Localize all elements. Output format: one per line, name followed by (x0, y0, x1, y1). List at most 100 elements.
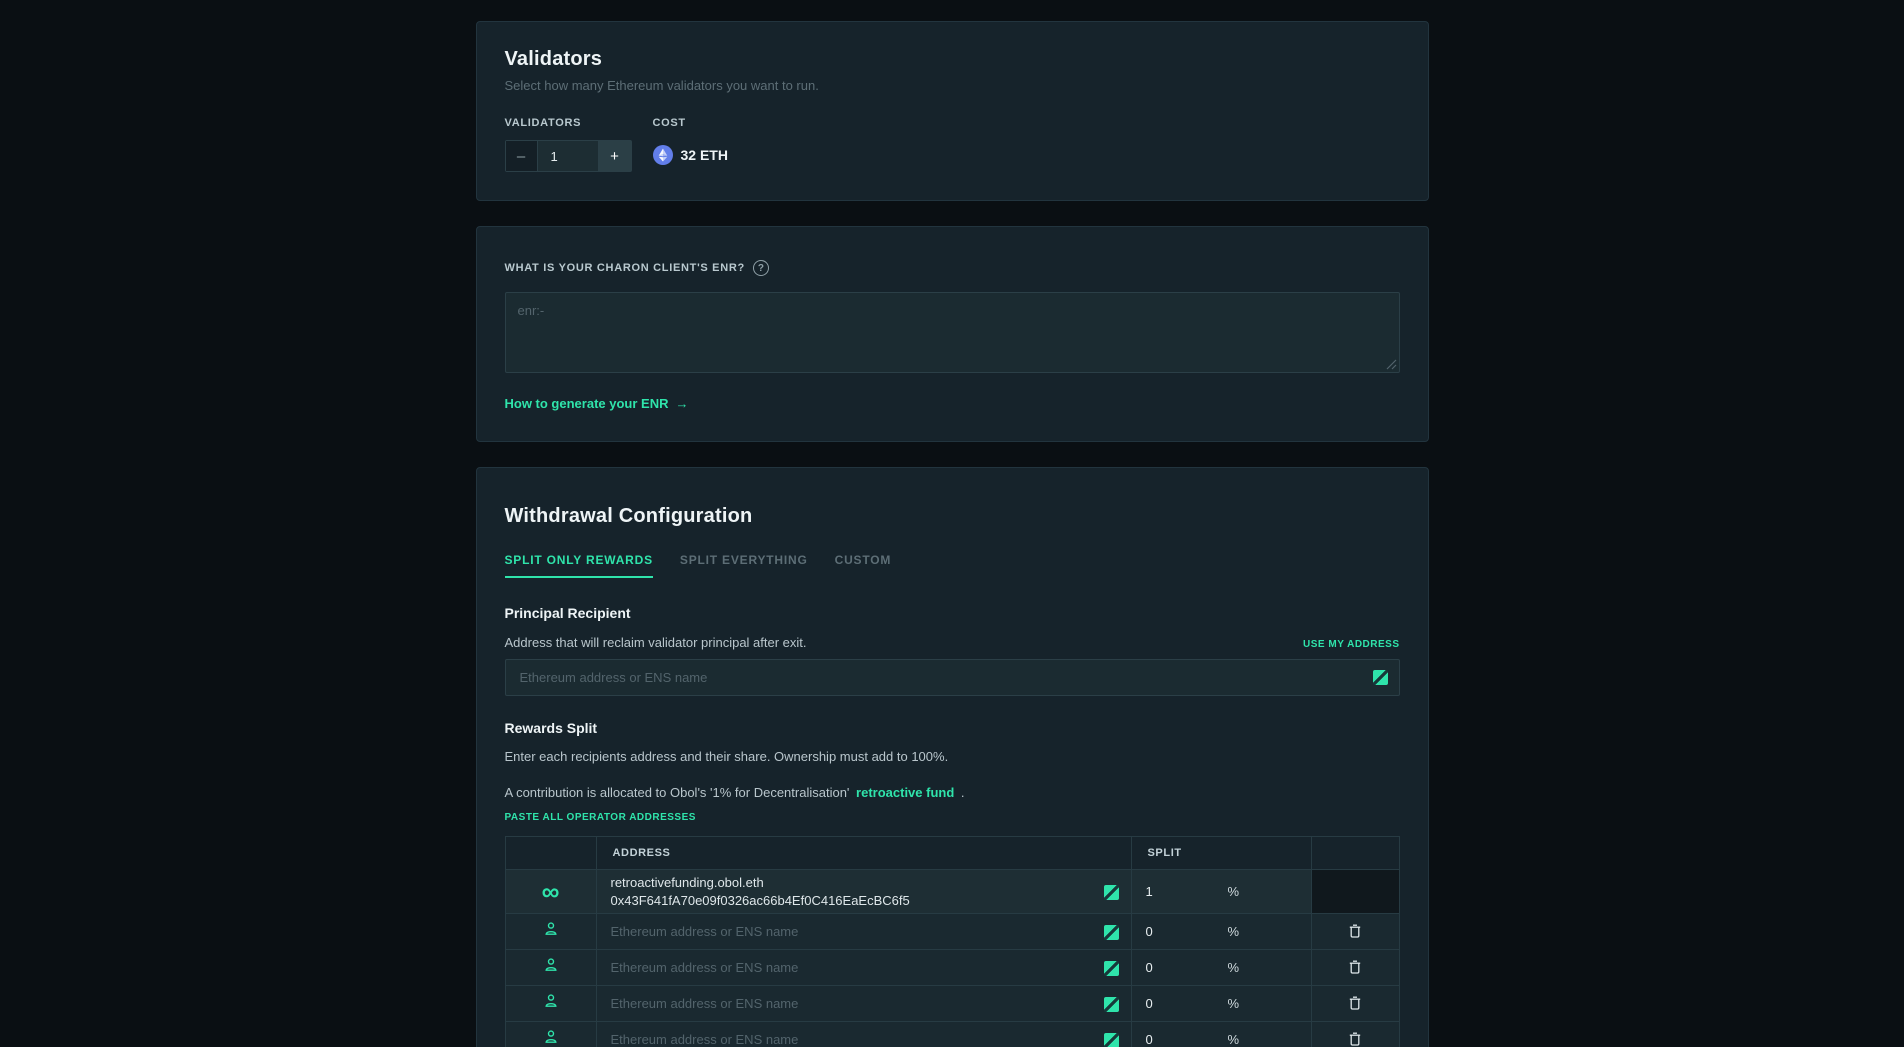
validators-count-label: VALIDATORS (505, 117, 632, 129)
withdrawal-configuration-title: Withdrawal Configuration (505, 505, 1400, 528)
delete-recipient-button[interactable] (1344, 991, 1366, 1015)
cost-value: 32 ETH (681, 147, 728, 163)
address-identicon (1104, 925, 1119, 940)
principal-recipient-input[interactable] (505, 659, 1400, 696)
percent-label: % (1228, 884, 1240, 899)
principal-recipient-title: Principal Recipient (505, 605, 1400, 621)
enr-textarea[interactable] (505, 292, 1400, 373)
recipient-split-input[interactable] (1146, 924, 1228, 939)
recipient-address-cell (596, 914, 1131, 950)
validators-count-input[interactable] (538, 141, 599, 171)
person-icon (543, 921, 559, 937)
address-identicon (1104, 997, 1119, 1012)
rewards-split-title: Rewards Split (505, 720, 1400, 736)
recipient-address-cell (596, 1022, 1131, 1047)
trash-icon (1348, 959, 1362, 975)
trash-icon (1348, 1031, 1362, 1047)
retroactive-fund-link[interactable]: retroactive fund (856, 785, 954, 800)
address-identicon (1104, 1033, 1119, 1047)
use-my-address-button[interactable]: USE MY ADDRESS (1303, 639, 1399, 650)
trash-icon (1348, 923, 1362, 939)
paste-all-operator-addresses-button[interactable]: PASTE ALL OPERATOR ADDRESSES (505, 812, 696, 823)
obol-infinity-icon: ∞ (542, 880, 560, 905)
person-icon (543, 993, 559, 1009)
empty-actions-cell (1311, 870, 1399, 914)
recipient-split-cell: % (1131, 914, 1311, 950)
retroactive-fund-row: ∞ retroactivefunding.obol.eth 0x43F641fA… (505, 870, 1399, 914)
recipient-split-input[interactable] (1146, 1032, 1228, 1047)
principal-recipient-description: Address that will reclaim validator prin… (505, 635, 807, 650)
rewards-split-description: Enter each recipients address and their … (505, 749, 1400, 764)
enr-question-label: WHAT IS YOUR CHARON CLIENT'S ENR? (505, 262, 745, 274)
recipient-row: % (505, 1022, 1399, 1047)
recipient-row: % (505, 914, 1399, 950)
recipient-split-input[interactable] (1146, 960, 1228, 975)
arrow-right-icon: → (675, 396, 688, 411)
retroactive-fund-address-cell: retroactivefunding.obol.eth 0x43F641fA70… (596, 870, 1131, 914)
recipient-actions-cell (1311, 950, 1399, 986)
recipient-address-input[interactable] (611, 987, 1091, 1021)
delete-recipient-button[interactable] (1344, 919, 1366, 943)
stepper-increment-button[interactable]: + (599, 141, 631, 171)
recipient-split-cell: % (1131, 986, 1311, 1022)
percent-label: % (1228, 960, 1240, 975)
contribution-note: A contribution is allocated to Obol's '1… (505, 785, 1400, 800)
actions-column-header (1311, 837, 1399, 870)
split-column-header: SPLIT (1131, 837, 1311, 870)
tab-custom[interactable]: CUSTOM (835, 553, 892, 578)
retroactive-fund-address: 0x43F641fA70e09f0326ac66b4Ef0C416EaEcBC6… (611, 892, 1091, 910)
rewards-split-section: Rewards Split Enter each recipients addr… (505, 720, 1400, 1047)
address-identicon (1104, 885, 1119, 900)
validators-title: Validators (505, 48, 1400, 71)
icon-column-header (505, 837, 596, 870)
recipient-actions-cell (1311, 986, 1399, 1022)
obol-logo-cell: ∞ (505, 870, 596, 914)
retroactive-fund-ens: retroactivefunding.obol.eth (611, 874, 1091, 892)
validators-subtitle: Select how many Ethereum validators you … (505, 78, 1400, 93)
percent-label: % (1228, 924, 1240, 939)
withdrawal-configuration-card: Withdrawal Configuration SPLIT ONLY REWA… (476, 467, 1429, 1047)
person-icon-cell (505, 914, 596, 950)
person-icon (543, 1029, 559, 1045)
recipient-row: % (505, 986, 1399, 1022)
person-icon-cell (505, 986, 596, 1022)
retroactive-fund-split-cell: 1 % (1131, 870, 1311, 914)
stepper-decrement-button[interactable]: – (506, 141, 538, 171)
trash-icon (1348, 995, 1362, 1011)
main-content: Validators Select how many Ethereum vali… (476, 0, 1429, 1047)
person-icon-cell (505, 950, 596, 986)
recipient-row: % (505, 950, 1399, 986)
recipient-actions-cell (1311, 914, 1399, 950)
address-identicon (1104, 961, 1119, 976)
principal-recipient-section: Principal Recipient Address that will re… (505, 605, 1400, 696)
recipient-address-input[interactable] (611, 1023, 1091, 1047)
tab-split-only-rewards[interactable]: SPLIT ONLY REWARDS (505, 553, 653, 578)
recipient-split-input[interactable] (1146, 996, 1228, 1011)
recipient-address-input[interactable] (611, 951, 1091, 985)
contribution-suffix: . (961, 785, 965, 800)
percent-label: % (1228, 996, 1240, 1011)
validators-count-column: VALIDATORS – + (505, 117, 632, 172)
recipient-address-cell (596, 986, 1131, 1022)
person-icon (543, 957, 559, 973)
recipient-address-input[interactable] (611, 915, 1091, 949)
rewards-split-table: ADDRESS SPLIT ∞ retroactivefunding.obol.… (505, 836, 1400, 1047)
recipient-address-cell (596, 950, 1131, 986)
tab-split-everything[interactable]: SPLIT EVERYTHING (680, 553, 808, 578)
person-icon-cell (505, 1022, 596, 1047)
validators-card: Validators Select how many Ethereum vali… (476, 21, 1429, 201)
delete-recipient-button[interactable] (1344, 1027, 1366, 1047)
recipient-split-cell: % (1131, 950, 1311, 986)
enr-link-label: How to generate your ENR (505, 396, 669, 411)
withdrawal-tabs: SPLIT ONLY REWARDS SPLIT EVERYTHING CUST… (505, 553, 1400, 578)
address-column-header: ADDRESS (596, 837, 1131, 870)
help-circle-icon[interactable]: ? (753, 260, 769, 276)
split-value: 1 (1146, 884, 1228, 899)
delete-recipient-button[interactable] (1344, 955, 1366, 979)
cost-column: COST 32 ETH (653, 117, 728, 172)
contribution-text: A contribution is allocated to Obol's '1… (505, 785, 850, 800)
table-header-row: ADDRESS SPLIT (505, 837, 1399, 870)
how-to-generate-enr-link[interactable]: How to generate your ENR → (505, 396, 689, 411)
enr-card: WHAT IS YOUR CHARON CLIENT'S ENR? ? How … (476, 226, 1429, 442)
recipient-actions-cell (1311, 1022, 1399, 1047)
